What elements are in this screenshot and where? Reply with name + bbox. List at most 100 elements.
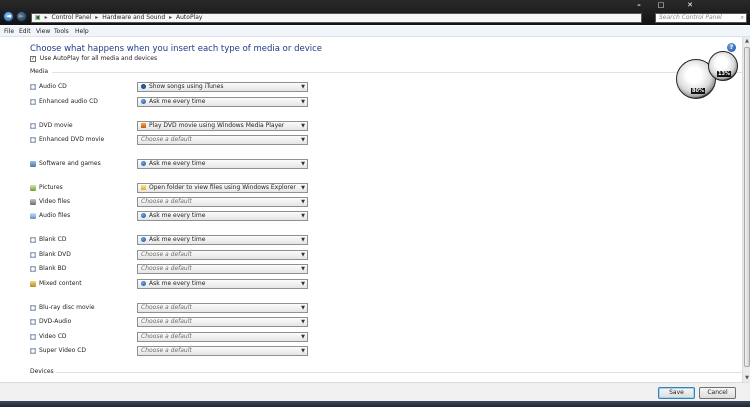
disc-icon [30, 333, 36, 340]
media-type-text: Pictures [39, 184, 63, 191]
autoplay-action-dropdown[interactable]: Ask me every time ▼ [137, 159, 308, 169]
chevron-down-icon[interactable]: ▼ [301, 333, 305, 341]
save-button[interactable]: Save [658, 387, 695, 399]
menu-view[interactable]: View [36, 27, 50, 36]
autoplay-action-dropdown[interactable]: Ask me every time ▼ [137, 97, 308, 107]
section-divider [56, 372, 746, 373]
menu-help[interactable]: Help [75, 27, 89, 36]
cancel-button[interactable]: Cancel [699, 387, 736, 399]
use-autoplay-label: Use AutoPlay for all media and devices [39, 55, 158, 62]
autoplay-action-dropdown[interactable]: Choose a default ▼ [137, 317, 308, 327]
disc-icon [30, 251, 36, 258]
menu-file[interactable]: File [4, 27, 14, 36]
dropdown-selected-value: Ask me every time [149, 212, 206, 219]
media-type-text: Mixed content [39, 280, 82, 287]
autoplay-action-dropdown[interactable]: Play DVD movie using Windows Media Playe… [137, 121, 308, 131]
section-divider [52, 72, 742, 73]
chevron-down-icon[interactable]: ▼ [301, 236, 305, 244]
chevron-down-icon[interactable]: ▼ [301, 122, 305, 130]
vertical-scrollbar[interactable]: ▲ ▼ [742, 37, 750, 382]
breadcrumb-hardware-and-sound[interactable]: Hardware and Sound [102, 14, 165, 21]
ask-icon [141, 237, 146, 242]
minimize-button[interactable]: – [629, 0, 649, 10]
back-arrow-icon[interactable]: ◄ [3, 11, 14, 22]
maximize-button[interactable]: □ [650, 0, 672, 10]
media-type-text: Blank CD [39, 236, 67, 243]
chevron-down-icon[interactable]: ▼ [301, 304, 305, 312]
breadcrumb-separator: ▸ [44, 14, 48, 21]
gauge-readout-right: 13% [717, 71, 731, 77]
close-button[interactable]: ✕ [675, 0, 705, 10]
footer-bar: Save Cancel [0, 382, 750, 401]
media-type-label: Blank DVD [30, 250, 71, 260]
autoplay-action-dropdown[interactable]: Choose a default ▼ [137, 197, 308, 207]
disc-icon [30, 265, 36, 272]
dropdown-selected-value: Choose a default [141, 304, 192, 311]
autoplay-action-dropdown[interactable]: Choose a default ▼ [137, 135, 308, 145]
search-icon[interactable]: ⌕ [741, 14, 744, 22]
chevron-down-icon[interactable]: ▼ [301, 184, 305, 192]
dropdown-selected-value: Play DVD movie using Windows Media Playe… [149, 122, 285, 129]
dropdown-selected-value: Choose a default [141, 136, 192, 143]
media-type-text: Blank DVD [39, 251, 71, 258]
media-type-label: Software and games [30, 159, 101, 169]
autoplay-action-dropdown[interactable]: Choose a default ▼ [137, 264, 308, 274]
search-input[interactable]: Search Control Panel ⌕ [655, 13, 747, 23]
media-type-label: Super Video CD [30, 346, 86, 356]
chevron-down-icon[interactable]: ▼ [301, 98, 305, 106]
autoplay-action-dropdown[interactable]: Choose a default ▼ [137, 332, 308, 342]
media-type-text: Software and games [39, 160, 101, 167]
chevron-down-icon[interactable]: ▼ [301, 198, 305, 206]
gauge-readout-left: 80% [691, 88, 705, 94]
chevron-down-icon[interactable]: ▼ [301, 347, 305, 355]
autoplay-action-dropdown[interactable]: Ask me every time ▼ [137, 279, 308, 289]
breadcrumb-control-panel[interactable]: Control Panel [52, 14, 92, 21]
help-icon[interactable]: ? [727, 43, 736, 52]
chevron-down-icon[interactable]: ▼ [301, 136, 305, 144]
breadcrumb-separator: ▸ [169, 14, 173, 21]
autoplay-action-dropdown[interactable]: Show songs using iTunes ▼ [137, 82, 308, 92]
media-type-text: Enhanced DVD movie [39, 136, 105, 143]
disc-icon [30, 122, 36, 129]
chevron-down-icon[interactable]: ▼ [301, 160, 305, 168]
dropdown-selected-value: Ask me every time [149, 98, 206, 105]
menu-edit[interactable]: Edit [19, 27, 31, 36]
forward-arrow-icon[interactable]: ► [16, 11, 27, 22]
chevron-down-icon[interactable]: ▼ [301, 318, 305, 326]
taskbar [0, 401, 750, 407]
chevron-down-icon[interactable]: ▼ [301, 83, 305, 91]
use-autoplay-checkbox[interactable]: ✓ [30, 55, 36, 62]
media-type-text: Video CD [39, 333, 67, 340]
scroll-down-icon[interactable]: ▼ [743, 374, 750, 382]
folder-icon [141, 185, 146, 190]
autoplay-action-dropdown[interactable]: Choose a default ▼ [137, 303, 308, 313]
autoplay-action-dropdown[interactable]: Open folder to view files using Windows … [137, 183, 308, 193]
autoplay-action-dropdown[interactable]: Ask me every time ▼ [137, 211, 308, 221]
chevron-down-icon[interactable]: ▼ [301, 265, 305, 273]
autoplay-action-dropdown[interactable]: Choose a default ▼ [137, 250, 308, 260]
menu-tools[interactable]: Tools [54, 27, 69, 36]
media-type-text: DVD-Audio [39, 318, 72, 325]
autoplay-action-dropdown[interactable]: Choose a default ▼ [137, 346, 308, 356]
media-type-text: Video files [39, 198, 70, 205]
chevron-down-icon[interactable]: ▼ [301, 212, 305, 220]
media-type-label: Blu-ray disc movie [30, 303, 95, 313]
breadcrumb-autoplay[interactable]: AutoPlay [176, 14, 202, 21]
media-type-label: Enhanced audio CD [30, 97, 98, 107]
chevron-down-icon[interactable]: ▼ [301, 280, 305, 288]
autoplay-action-dropdown[interactable]: Ask me every time ▼ [137, 235, 308, 245]
dropdown-selected-value: Open folder to view files using Windows … [149, 184, 296, 191]
wmp-icon [141, 123, 146, 128]
disc-icon [30, 83, 36, 90]
autoplay-panel: Choose what happens when you insert each… [0, 37, 746, 382]
scroll-thumb[interactable] [744, 47, 750, 367]
chevron-down-icon[interactable]: ▼ [301, 251, 305, 259]
scroll-up-icon[interactable]: ▲ [743, 37, 750, 45]
media-section-heading: Media [30, 68, 49, 75]
ask-icon [141, 213, 146, 218]
address-bar[interactable]: ▣ ▸ Control Panel ▸ Hardware and Sound ▸… [31, 13, 642, 23]
use-autoplay-row[interactable]: ✓ Use AutoPlay for all media and devices [30, 55, 157, 63]
media-type-label: Mixed content [30, 279, 82, 289]
media-type-label: DVD movie [30, 121, 73, 131]
control-panel-icon: ▣ [35, 14, 41, 21]
